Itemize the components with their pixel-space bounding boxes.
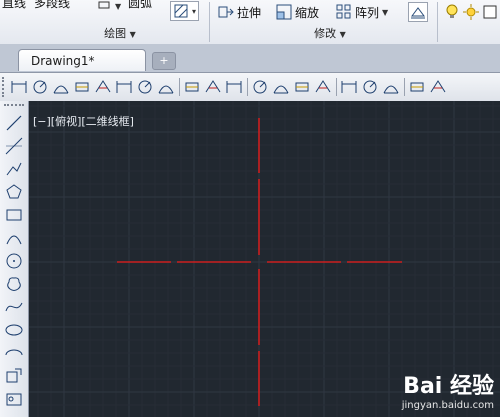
scale-button[interactable]: 缩放	[276, 2, 319, 22]
lightbulb-icon	[444, 4, 460, 20]
draw-panel-label: 绘图	[104, 27, 127, 40]
hatch-icon	[173, 3, 189, 19]
ellipse-icon[interactable]	[4, 320, 24, 340]
toolbar-separator	[179, 78, 180, 96]
modify-panel-title[interactable]: 修改 ▼	[270, 26, 390, 42]
toolbar-grip[interactable]	[2, 77, 8, 97]
inspect-icon[interactable]	[340, 78, 358, 96]
polyline-icon[interactable]	[4, 159, 24, 179]
rectangle-icon[interactable]	[4, 205, 24, 225]
ordinate-dim-icon[interactable]	[73, 78, 91, 96]
array-label: 阵列	[355, 5, 380, 20]
tolerance-icon[interactable]	[293, 78, 311, 96]
chevron-down-icon: ▼	[115, 1, 122, 11]
quick-dim-icon[interactable]	[183, 78, 201, 96]
draw-small-icon	[96, 0, 112, 14]
radius-dim-icon[interactable]	[94, 78, 112, 96]
file-tab-bar: Drawing1* +	[0, 44, 500, 73]
arc-button-partial[interactable]: 圆弧	[128, 0, 152, 12]
polyline-button-label: 多段线	[34, 0, 71, 10]
toolbar-separator	[336, 78, 337, 96]
scale-label: 缩放	[295, 5, 320, 20]
stretch-button[interactable]: 拉伸	[218, 2, 261, 22]
hatch-button[interactable]: ▾	[170, 1, 200, 21]
stretch-label: 拉伸	[237, 5, 262, 20]
linear-dim-icon[interactable]	[10, 78, 28, 96]
aligned-dim-icon[interactable]	[31, 78, 49, 96]
tab-label: Drawing1*	[31, 54, 95, 68]
angular-dim-icon[interactable]	[157, 78, 175, 96]
array-button[interactable]: 阵列 ▼	[336, 2, 388, 22]
dim-edit-icon[interactable]	[382, 78, 400, 96]
new-tab-button[interactable]: +	[152, 52, 176, 70]
draw-panel-title[interactable]: 绘图 ▼	[60, 26, 180, 42]
modify-panel-label: 修改	[314, 27, 337, 40]
construction-line-icon[interactable]	[4, 136, 24, 156]
chevron-down-icon: ▼	[382, 7, 389, 17]
center-mark-icon[interactable]	[314, 78, 332, 96]
layer-color-icon	[482, 4, 498, 20]
continue-dim-icon[interactable]	[225, 78, 243, 96]
layer-state-buttons[interactable]	[444, 2, 498, 22]
arc-icon[interactable]	[4, 228, 24, 248]
dimension-toolbar	[0, 73, 500, 102]
draw-toolbar	[0, 101, 29, 417]
circle-icon[interactable]	[4, 251, 24, 271]
line-button-partial[interactable]: 直线	[2, 0, 26, 12]
dim-update-icon[interactable]	[429, 78, 447, 96]
sun-icon	[463, 4, 479, 20]
panel-divider	[209, 2, 210, 42]
make-block-icon[interactable]	[4, 389, 24, 409]
chevron-down-icon: ▼	[339, 30, 346, 39]
stretch-icon	[218, 4, 234, 20]
toolbar-grip[interactable]	[4, 104, 24, 110]
revision-cloud-icon[interactable]	[4, 274, 24, 294]
plus-icon: +	[159, 54, 169, 67]
dim-text-edit-icon[interactable]	[408, 78, 426, 96]
watermark: Bai 经验 jingyan.baidu.com	[402, 368, 494, 411]
line-icon[interactable]	[4, 113, 24, 133]
space-dim-icon[interactable]	[251, 78, 269, 96]
toolbar-separator	[404, 78, 405, 96]
chevron-down-icon: ▾	[192, 6, 197, 16]
scale-icon	[276, 4, 292, 20]
jogged-linear-icon[interactable]	[361, 78, 379, 96]
tab-drawing1[interactable]: Drawing1*	[18, 49, 146, 71]
ribbon: 直线 多段线 ▼ 圆弧 ▾ 拉伸 缩放 阵列 ▼ 绘图 ▼ 修改 ▼	[0, 0, 500, 45]
viewport-controls-label[interactable]: [−][俯视][二维线框]	[33, 113, 134, 129]
break-dim-icon[interactable]	[272, 78, 290, 96]
ribbon-top-row: 直线 多段线 ▼ 圆弧 ▾ 拉伸 缩放 阵列 ▼	[0, 0, 500, 24]
insert-block-icon[interactable]	[4, 366, 24, 386]
arc-length-icon[interactable]	[52, 78, 70, 96]
diameter-dim-icon[interactable]	[136, 78, 154, 96]
line-button-label: 直线	[2, 0, 27, 10]
arc-button-label: 圆弧	[128, 0, 153, 10]
layer-icon	[410, 4, 426, 20]
polygon-icon[interactable]	[4, 182, 24, 202]
spline-icon[interactable]	[4, 297, 24, 317]
draw-dropdown-1[interactable]: ▼	[96, 0, 121, 16]
chevron-down-icon: ▼	[129, 30, 136, 39]
layer-match-button[interactable]	[408, 2, 428, 22]
baidu-logo: Bai 经验	[403, 374, 494, 399]
panel-divider	[437, 2, 438, 42]
baseline-dim-icon[interactable]	[204, 78, 222, 96]
array-icon	[336, 4, 352, 20]
ellipse-arc-icon[interactable]	[4, 343, 24, 363]
toolbar-separator	[247, 78, 248, 96]
jogged-dim-icon[interactable]	[115, 78, 133, 96]
drawing-viewport[interactable]: [−][俯视][二维线框] Bai 经验 jingyan.baidu.com	[29, 101, 500, 417]
watermark-url: jingyan.baidu.com	[401, 400, 494, 411]
polyline-button-partial[interactable]: 多段线	[34, 0, 70, 12]
